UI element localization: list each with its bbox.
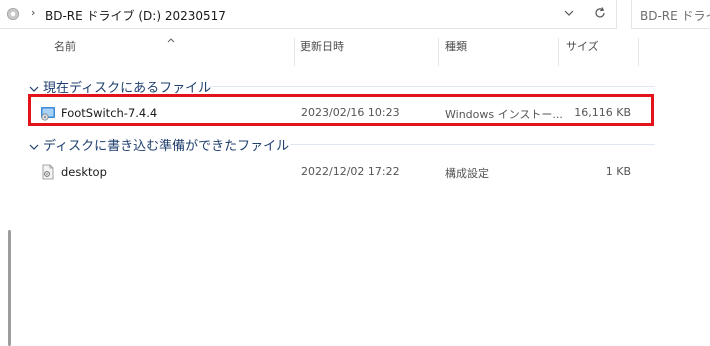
column-divider[interactable]	[294, 38, 295, 66]
file-size: 1 KB	[605, 165, 631, 178]
search-placeholder: BD-RE ドライブ	[640, 9, 710, 23]
highlight-box	[28, 94, 654, 126]
column-divider[interactable]	[638, 38, 639, 66]
address-bar[interactable]: › BD-RE ドライブ (D:) 20230517	[0, 0, 617, 29]
chevron-down-icon	[29, 144, 39, 150]
column-header-size[interactable]: サイズ	[566, 38, 599, 66]
column-header-type[interactable]: 種類	[445, 38, 467, 66]
column-divider[interactable]	[438, 38, 439, 66]
chevron-right-icon[interactable]: ›	[31, 6, 35, 19]
file-modified: 2022/12/02 17:22	[301, 165, 400, 178]
settings-file-icon	[42, 164, 54, 180]
file-type: 構成設定	[445, 167, 489, 180]
group-header-ready-to-burn[interactable]: ディスクに書き込む準備ができたファイル	[28, 135, 289, 154]
top-bar: › BD-RE ドライブ (D:) 20230517 BD-RE ドライブ	[0, 0, 710, 30]
column-header-modified[interactable]: 更新日時	[300, 38, 344, 66]
group-title: ディスクに書き込む準備ができたファイル	[43, 139, 290, 154]
refresh-icon[interactable]	[591, 4, 609, 22]
sort-ascending-icon	[167, 38, 175, 43]
column-header-size-label: サイズ	[566, 40, 599, 53]
column-header-name[interactable]: 名前	[54, 38, 76, 66]
column-divider[interactable]	[558, 38, 559, 66]
column-header-type-label: 種類	[445, 40, 467, 53]
navigation-pane	[0, 30, 18, 346]
chevron-down-icon	[29, 86, 39, 92]
file-row-desktop[interactable]: desktop 2022/12/02 17:22 構成設定 1 KB	[35, 160, 645, 184]
column-header-name-label: 名前	[54, 40, 76, 53]
chevron-down-icon[interactable]	[560, 4, 578, 22]
disc-drive-icon	[7, 8, 19, 20]
group-divider	[290, 144, 655, 145]
file-name: desktop	[61, 165, 107, 179]
column-header-modified-label: 更新日時	[300, 40, 344, 53]
search-input[interactable]: BD-RE ドライブ	[631, 0, 710, 29]
navigation-scrollbar[interactable]	[8, 230, 11, 346]
address-path[interactable]: BD-RE ドライブ (D:) 20230517	[45, 7, 226, 24]
group-divider	[210, 86, 655, 87]
